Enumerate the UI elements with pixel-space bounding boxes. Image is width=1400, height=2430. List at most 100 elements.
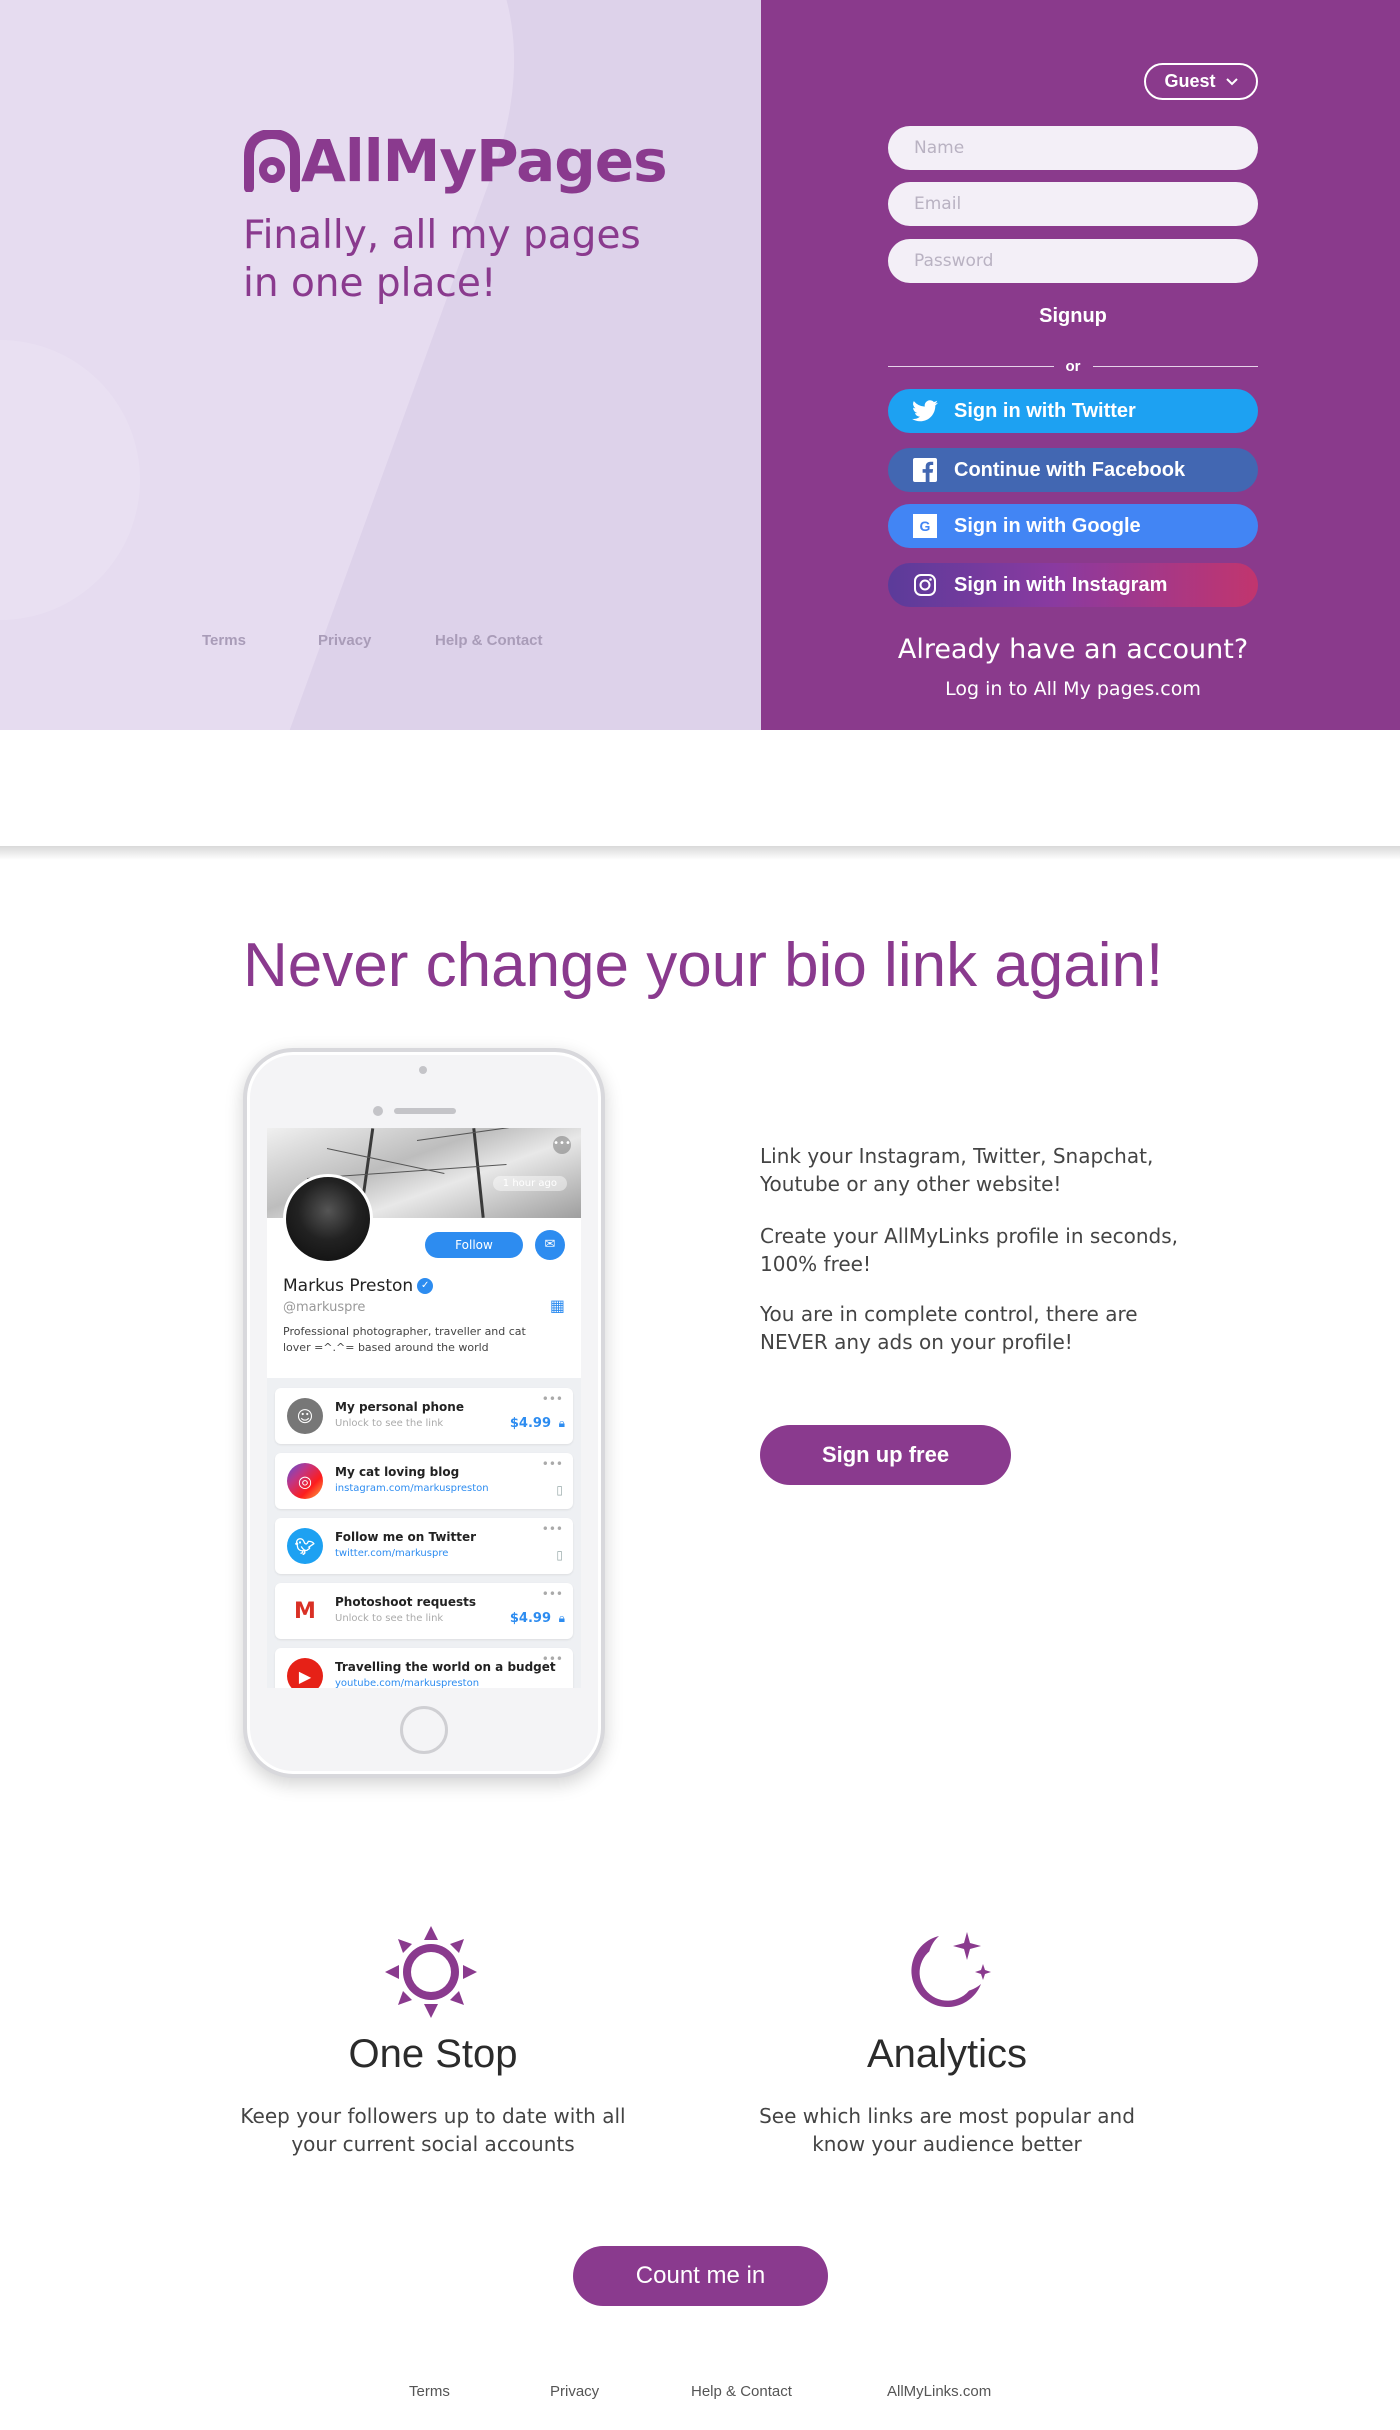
- profile-name: Markus Preston: [283, 1276, 414, 1296]
- message-icon[interactable]: ✉: [535, 1230, 565, 1260]
- facebook-signin-button[interactable]: Continue with Facebook: [888, 448, 1258, 492]
- link-subtitle: Unlock to see the link: [335, 1418, 444, 1429]
- avatar: [283, 1174, 373, 1264]
- link-title: My cat loving blog: [335, 1465, 460, 1479]
- list-item[interactable]: 🐦︎ Follow me on Twitter twitter.com/mark…: [275, 1518, 573, 1574]
- more-options-icon[interactable]: •••: [542, 1457, 563, 1471]
- footer-terms-link[interactable]: Terms: [409, 2383, 450, 2400]
- profile-handle: @markuspre: [283, 1300, 366, 1315]
- or-divider: or: [888, 356, 1258, 376]
- instagram-signin-button[interactable]: Sign in with Instagram: [888, 563, 1258, 607]
- privacy-link[interactable]: Privacy: [318, 632, 371, 649]
- feature-copy-3: You are in complete control, there are N…: [760, 1302, 1138, 1354]
- signup-free-button[interactable]: Sign up free: [760, 1425, 1011, 1485]
- hero-left-panel: [0, 0, 761, 730]
- follow-button[interactable]: Follow: [425, 1232, 523, 1258]
- youtube-icon: ▶: [287, 1658, 323, 1688]
- phone-sensor: [373, 1106, 383, 1116]
- name-field[interactable]: [888, 126, 1258, 170]
- google-signin-button[interactable]: G Sign in with Google: [888, 504, 1258, 548]
- more-options-icon[interactable]: •••: [542, 1587, 563, 1601]
- google-icon: G: [912, 513, 938, 539]
- more-options-icon[interactable]: •••: [542, 1652, 563, 1666]
- feature-copy-1: Link your Instagram, Twitter, Snapchat, …: [760, 1144, 1154, 1196]
- profile-bio: Professional photographer, traveller and…: [283, 1325, 526, 1354]
- profile-card: Follow ✉ Markus Preston ✓ @markuspre ▦ Pr…: [267, 1174, 581, 1378]
- login-link[interactable]: Log in to All My pages.com: [888, 678, 1258, 700]
- twitter-signin-button[interactable]: Sign in with Twitter: [888, 389, 1258, 433]
- instagram-signin-label: Sign in with Instagram: [954, 573, 1168, 596]
- divider-line: [1092, 365, 1258, 367]
- feature-text-analytics: See which links are most popular and kno…: [759, 2104, 1135, 2156]
- list-item[interactable]: ☺ My personal phone Unlock to see the li…: [275, 1388, 573, 1444]
- link-title: Travelling the world on a budget: [335, 1660, 556, 1674]
- footer-allmylinks-link[interactable]: AllMyLinks.com: [887, 2383, 991, 2400]
- terms-link[interactable]: Terms: [202, 632, 246, 649]
- bookmark-icon[interactable]: ▯: [556, 1548, 563, 1562]
- phone-avatar-icon: ☺: [287, 1398, 323, 1434]
- footer-privacy-link[interactable]: Privacy: [550, 2383, 599, 2400]
- profile-name-row: Markus Preston ✓: [283, 1276, 434, 1296]
- bookmark-icon[interactable]: ▯: [556, 1483, 563, 1497]
- twitter-icon: 🐦︎: [287, 1528, 323, 1564]
- footer-help-contact-link[interactable]: Help & Contact: [691, 2383, 792, 2400]
- link-url: twitter.com/markuspre: [335, 1548, 449, 1559]
- link-price: $4.99: [509, 1611, 551, 1626]
- chevron-down-icon: [1225, 77, 1238, 85]
- phone-mockup: ••• 1 hour ago Follow ✉ Markus Preston ✓ …: [243, 1048, 605, 1778]
- more-options-icon[interactable]: •••: [542, 1392, 563, 1406]
- link-subtitle: Unlock to see the link: [335, 1613, 444, 1624]
- list-item[interactable]: ▶ Travelling the world on a budget youtu…: [275, 1648, 573, 1688]
- feature-title-analytics: Analytics: [866, 2032, 1028, 2076]
- verified-badge-icon: ✓: [417, 1278, 434, 1294]
- already-have-account-text: Already have an account?: [897, 634, 1249, 665]
- phone-screen: ••• 1 hour ago Follow ✉ Markus Preston ✓ …: [267, 1128, 581, 1688]
- link-title: Photoshoot requests: [335, 1595, 476, 1609]
- phone-camera: [419, 1066, 427, 1074]
- lock-icon: 🔒︎: [558, 1416, 565, 1430]
- count-me-in-button[interactable]: Count me in: [573, 2246, 828, 2306]
- guest-dropdown[interactable]: Guest: [1144, 63, 1258, 100]
- or-label: or: [1065, 357, 1081, 375]
- hero-section: AllMyPages Finally, all my pages in one …: [0, 0, 1400, 730]
- signup-button[interactable]: Signup: [888, 305, 1258, 328]
- divider-line: [888, 365, 1054, 367]
- help-contact-link[interactable]: Help & Contact: [435, 632, 543, 649]
- more-options-icon[interactable]: •••: [542, 1522, 563, 1536]
- feature-copy-2: Create your AllMyLinks profile in second…: [760, 1224, 1178, 1276]
- twitter-signin-label: Sign in with Twitter: [954, 399, 1136, 422]
- twitter-icon: [912, 398, 938, 424]
- tagline: Finally, all my pages in one place!: [243, 213, 641, 306]
- section-divider: [0, 846, 1400, 860]
- main-headline: Never change your bio link again!: [243, 931, 1164, 1000]
- phone-speaker: [394, 1108, 456, 1114]
- feature-text-one-stop: Keep your followers up to date with all …: [240, 2104, 626, 2156]
- qr-code-icon[interactable]: ▦: [550, 1296, 565, 1315]
- svg-text:G: G: [920, 518, 931, 534]
- brand-mark-icon: [244, 130, 300, 192]
- background-shape: [0, 0, 610, 730]
- link-title: My personal phone: [335, 1400, 464, 1414]
- facebook-signin-label: Continue with Facebook: [954, 458, 1186, 481]
- sun-icon: [385, 1926, 477, 2018]
- guest-label: Guest: [1164, 71, 1216, 91]
- gmail-icon: M: [287, 1593, 323, 1629]
- more-options-icon[interactable]: •••: [553, 1136, 571, 1154]
- brand-logo[interactable]: AllMyPages: [243, 118, 668, 204]
- email-field[interactable]: [888, 182, 1258, 226]
- moon-stars-icon: [911, 1932, 991, 2007]
- link-price: $4.99: [509, 1416, 551, 1431]
- facebook-icon: [912, 457, 938, 483]
- password-field[interactable]: [888, 239, 1258, 283]
- link-url: youtube.com/markuspreston: [335, 1678, 480, 1688]
- feature-title-one-stop: One Stop: [348, 2032, 518, 2076]
- link-url: instagram.com/markuspreston: [335, 1483, 489, 1494]
- cover-time-ago: 1 hour ago: [492, 1176, 567, 1191]
- instagram-icon: [912, 572, 938, 598]
- list-item[interactable]: M Photoshoot requests Unlock to see the …: [275, 1583, 573, 1639]
- list-item[interactable]: ◎ My cat loving blog instagram.com/marku…: [275, 1453, 573, 1509]
- google-signin-label: Sign in with Google: [954, 514, 1141, 537]
- link-title: Follow me on Twitter: [335, 1530, 477, 1544]
- phone-home-button: [400, 1706, 448, 1754]
- brand-name: AllMyPages: [301, 127, 668, 195]
